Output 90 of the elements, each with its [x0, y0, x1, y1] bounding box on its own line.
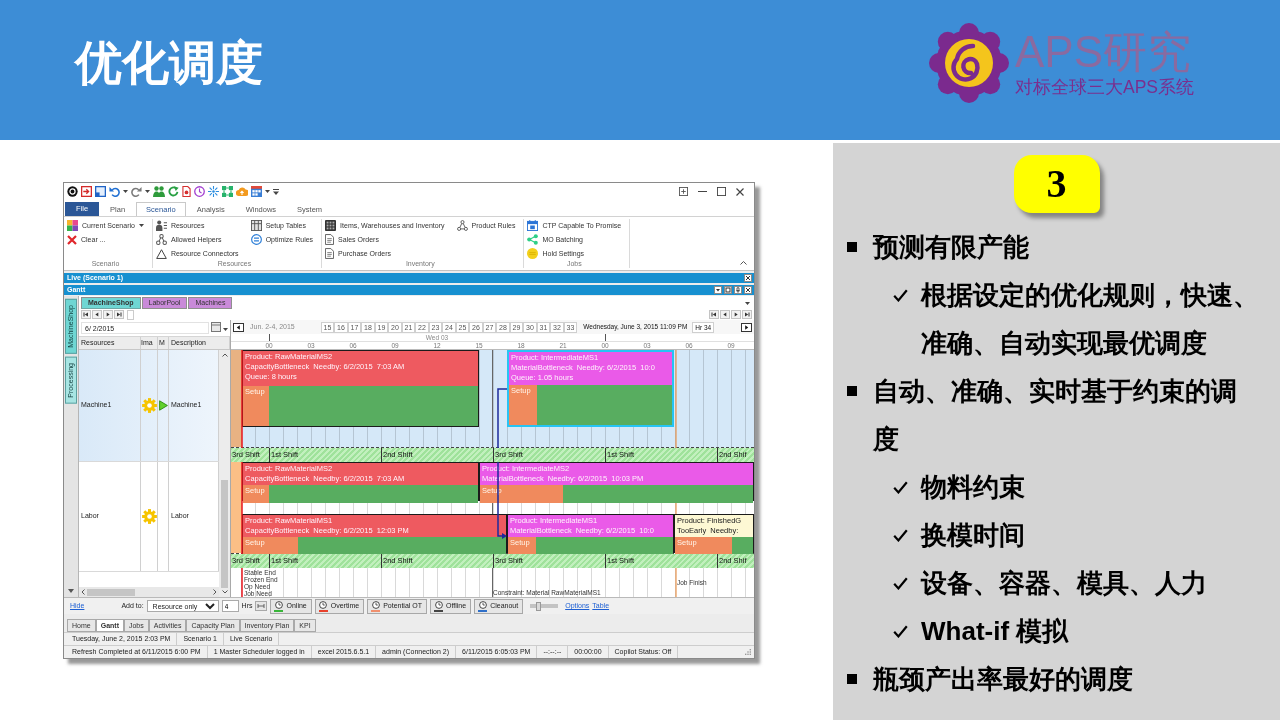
scroll-left-icon[interactable] [81, 589, 85, 595]
caret-icon[interactable] [145, 190, 150, 193]
caret-icon[interactable] [265, 190, 270, 193]
calendar-icon [527, 220, 539, 231]
restore-icon[interactable] [724, 286, 732, 294]
table-icon [250, 220, 262, 231]
vertical-scrollbar[interactable] [219, 350, 230, 597]
swirl-logo-icon [928, 23, 1009, 103]
caret-icon[interactable] [745, 301, 750, 305]
x-mark-icon [67, 234, 77, 245]
logo-tagline: 对标全球三大APS系统 [1014, 78, 1194, 97]
horizontal-scrollbar[interactable] [79, 587, 219, 597]
arrow-box-icon[interactable] [81, 186, 92, 197]
clock-icon [478, 600, 487, 609]
scroll-down-icon[interactable] [221, 590, 228, 594]
check-icon [893, 288, 908, 302]
point-text: 预测有限产能 [873, 231, 1029, 264]
square-bullet-icon [847, 242, 857, 252]
collapse-icon[interactable] [740, 261, 747, 265]
close-icon[interactable] [744, 286, 752, 294]
scrollbar-thumb[interactable] [221, 479, 228, 588]
triangle-nodes-icon [456, 220, 468, 231]
skip-first-icon[interactable] [81, 310, 91, 319]
logo-text: APS研究 [1014, 29, 1192, 74]
redo-icon[interactable] [131, 186, 142, 197]
scroll-down-icon[interactable] [68, 589, 74, 593]
document-icon [325, 248, 335, 259]
grid-icon [325, 220, 337, 231]
check-icon [893, 528, 908, 542]
linked-circles-icon [155, 234, 167, 245]
clock-icon [434, 600, 443, 609]
document-icon[interactable] [182, 186, 191, 197]
undo-icon[interactable] [109, 186, 120, 197]
clock-icon [275, 600, 283, 609]
dropdown-icon[interactable] [714, 286, 722, 294]
window-icon[interactable] [95, 186, 106, 197]
close-icon[interactable] [736, 187, 744, 196]
person-list-icon [155, 220, 167, 231]
clock-icon[interactable] [194, 186, 205, 197]
calendar-icon[interactable] [251, 186, 262, 197]
point-text: 换模时间 [921, 519, 1025, 552]
next-icon[interactable] [741, 322, 752, 332]
connected-squares-icon[interactable] [222, 186, 233, 197]
document-icon [325, 234, 335, 245]
people-icon[interactable] [153, 186, 165, 197]
disc-icon [527, 248, 539, 259]
slide-title: 优化调度 [75, 37, 263, 89]
color-squares-icon [67, 220, 78, 231]
customize-icon[interactable] [273, 188, 279, 195]
skip-last-icon[interactable] [114, 310, 124, 319]
sparkle-icon[interactable] [208, 186, 219, 197]
gear-icon [141, 398, 157, 413]
gear-icon [141, 509, 157, 524]
scroll-up-icon[interactable] [221, 353, 228, 357]
pin-icon[interactable] [734, 286, 742, 294]
scrollbar-thumb[interactable] [87, 588, 135, 596]
previous-icon[interactable] [233, 322, 244, 332]
step-number: 3 [1013, 155, 1100, 213]
maximize-icon[interactable] [717, 187, 726, 196]
check-icon [893, 480, 908, 494]
triangle-icon [155, 248, 167, 259]
grip-icon[interactable] [745, 649, 751, 655]
slider-thumb[interactable] [535, 601, 541, 611]
ruler-icon[interactable] [255, 601, 268, 611]
square-bullet-icon [847, 386, 857, 396]
caret-icon[interactable] [123, 190, 128, 193]
point-text: What-if 模拟 [921, 615, 1069, 648]
point-text: 根据设定的优化规则，快速、准确、自动实现最优调度 [921, 279, 1260, 360]
clock-icon [371, 600, 380, 609]
close-icon[interactable] [744, 274, 752, 282]
calendar-icon[interactable] [211, 322, 221, 332]
clock-icon [319, 600, 328, 609]
page-field[interactable] [127, 309, 134, 320]
check-icon [893, 576, 908, 590]
point-text: 物料约束 [921, 471, 1025, 504]
point-text: 设备、容器、模具、人力 [921, 567, 1207, 600]
point-text: 自动、准确、实时基于约束的调度 [873, 375, 1238, 456]
check-icon [893, 624, 908, 638]
expand-box-icon[interactable] [679, 187, 688, 196]
square-bullet-icon [847, 674, 857, 684]
point-text: 瓶颈产出率最好的调度 [873, 663, 1133, 696]
refresh-icon[interactable] [168, 186, 179, 197]
skip-last-icon[interactable] [742, 310, 752, 319]
app-icon[interactable] [67, 186, 78, 197]
skip-first-icon[interactable] [709, 310, 719, 319]
caret-icon[interactable] [223, 327, 228, 331]
share-icon [527, 234, 539, 245]
scroll-right-icon[interactable] [213, 589, 217, 595]
run-segment [732, 537, 753, 555]
lines-circle-icon [250, 234, 262, 245]
